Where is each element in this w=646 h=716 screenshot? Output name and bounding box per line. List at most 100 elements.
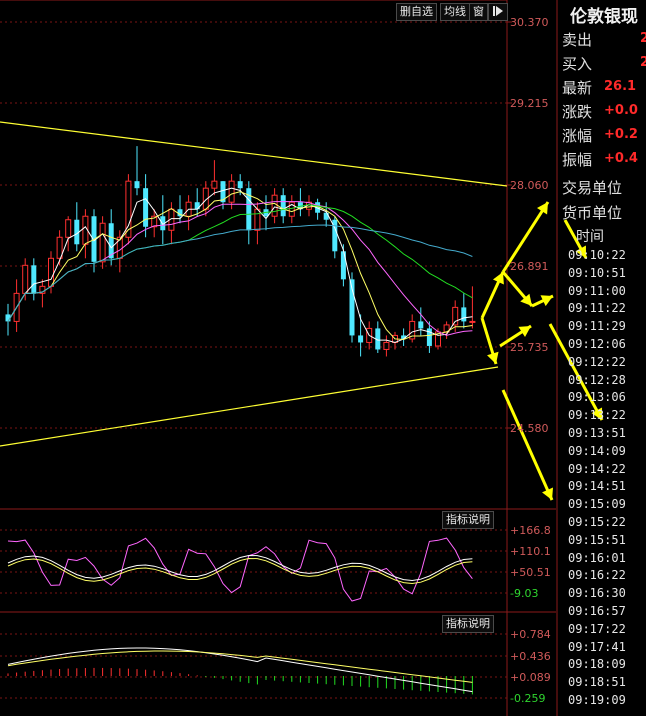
macd-bar — [411, 676, 413, 691]
macd-bar — [256, 676, 258, 685]
macd-bar — [282, 676, 284, 682]
osc1-line-b — [7, 554, 473, 582]
candle-body — [22, 264, 29, 294]
osc1-label-1: +166.8 — [510, 524, 551, 537]
tick-time: 09:17:41 — [568, 639, 626, 654]
candle-layer — [5, 146, 476, 357]
lower-trendline — [0, 366, 499, 447]
instrument-title: 伦敦银现 — [570, 7, 638, 27]
macd-bar — [299, 676, 301, 683]
tick-time: 09:16:30 — [568, 586, 626, 601]
axis-label-layer: 30.370 29.215 28.060 26.891 25.735 24.58… — [510, 16, 551, 705]
macd-bar — [196, 675, 198, 677]
macd-bar — [265, 676, 267, 680]
macd-bar — [360, 676, 362, 687]
play-icon[interactable] — [488, 3, 508, 21]
macd-bar — [153, 670, 155, 676]
macd-bar — [84, 668, 86, 676]
macd-bar — [213, 676, 215, 678]
candle-body — [194, 202, 200, 210]
tick-time: 09:19:09 — [568, 693, 626, 707]
candle-body — [323, 212, 329, 220]
macd-bar — [317, 676, 319, 684]
macd-bar — [145, 669, 147, 676]
macd-bar — [76, 668, 78, 676]
quote-label: 振幅 — [562, 151, 593, 169]
macd-bar — [93, 667, 95, 676]
quote-value: +0.2 — [604, 127, 638, 142]
macd-bar — [334, 676, 336, 685]
quote-label: 卖出 — [562, 31, 593, 49]
macd-bar — [394, 676, 396, 689]
tick-time: 09:13:22 — [568, 408, 626, 423]
arrow-down-3 — [501, 389, 554, 501]
tick-time: 09:13:51 — [568, 426, 626, 440]
macd-bar — [325, 676, 327, 685]
moving-average-button[interactable]: 均线 — [440, 3, 470, 21]
candle-body — [461, 307, 467, 322]
macd-bar — [188, 674, 190, 676]
macd-bar — [248, 676, 250, 684]
macd-bar — [16, 672, 18, 676]
macd-bar — [170, 672, 172, 676]
tick-time: 09:15:22 — [568, 515, 626, 529]
moving-average-layer — [7, 187, 473, 344]
osc1-label-2: +110.1 — [510, 545, 551, 558]
macd-bar — [428, 676, 430, 692]
tick-time: 09:11:22 — [568, 301, 626, 316]
quote-label: 涨幅 — [562, 127, 593, 145]
tick-time: 09:10:22 — [568, 248, 626, 262]
trade-unit-label: 交易单位 — [562, 179, 623, 197]
macd-bar — [377, 676, 379, 688]
quote-value: 26.1 — [604, 79, 637, 94]
tick-time: 09:12:22 — [568, 354, 626, 369]
macd-bar — [33, 670, 35, 676]
quote-value: 2 — [640, 31, 646, 46]
macd-bar — [463, 676, 465, 694]
candle-body — [31, 265, 37, 294]
delete-watchlist-button[interactable]: 删自选 — [396, 3, 437, 21]
price-label-3: 28.060 — [510, 179, 549, 192]
tick-time: 09:14:09 — [568, 443, 626, 458]
macd-bar — [127, 668, 129, 676]
osc2-label-1: +0.784 — [510, 628, 551, 641]
price-label-1: 30.370 — [510, 16, 549, 29]
macd-bar — [162, 671, 164, 676]
macd-bar — [7, 673, 9, 676]
osc2-legend-button[interactable]: 指标说明 — [442, 615, 494, 633]
tick-time: 09:16:57 — [568, 604, 626, 618]
tick-time: 09:14:51 — [568, 479, 626, 494]
quote-label: 买入 — [562, 55, 593, 73]
quote-label: 最新 — [562, 79, 593, 97]
macd-bar — [351, 676, 353, 686]
quote-value: 2 — [640, 55, 646, 70]
macd-bar — [110, 668, 112, 676]
macd-bar — [41, 670, 43, 676]
macd-bar — [239, 676, 241, 682]
tick-time: 09:15:09 — [568, 497, 626, 512]
macd-bar — [119, 668, 121, 676]
tick-time: 09:18:51 — [568, 675, 626, 690]
quote-value: +0.0 — [604, 103, 638, 118]
tick-time: 09:10:51 — [568, 265, 626, 280]
macd-bar — [179, 673, 181, 676]
macd-bar — [67, 668, 69, 676]
osc2-label-4: -0.259 — [510, 692, 545, 705]
macd-bar — [308, 676, 310, 683]
tick-time: 09:11:00 — [568, 283, 626, 298]
window-button[interactable]: 窗 — [469, 3, 488, 21]
osc1-line-a — [7, 537, 473, 602]
tick-time: 09:11:29 — [568, 319, 626, 334]
oscillator-layer — [7, 537, 473, 695]
quote-value: +0.4 — [604, 151, 638, 166]
macd-bar — [368, 676, 370, 688]
osc1-label-3: +50.51 — [510, 566, 551, 579]
macd-bar — [291, 676, 293, 682]
osc1-legend-button[interactable]: 指标说明 — [442, 511, 494, 529]
tick-time: 09:12:28 — [568, 372, 626, 387]
tick-time: 09:13:06 — [568, 390, 626, 405]
macd-bar — [446, 676, 448, 693]
macd-bar — [59, 669, 61, 676]
price-label-4: 26.891 — [510, 260, 549, 273]
play-icon-glyph — [493, 6, 503, 16]
